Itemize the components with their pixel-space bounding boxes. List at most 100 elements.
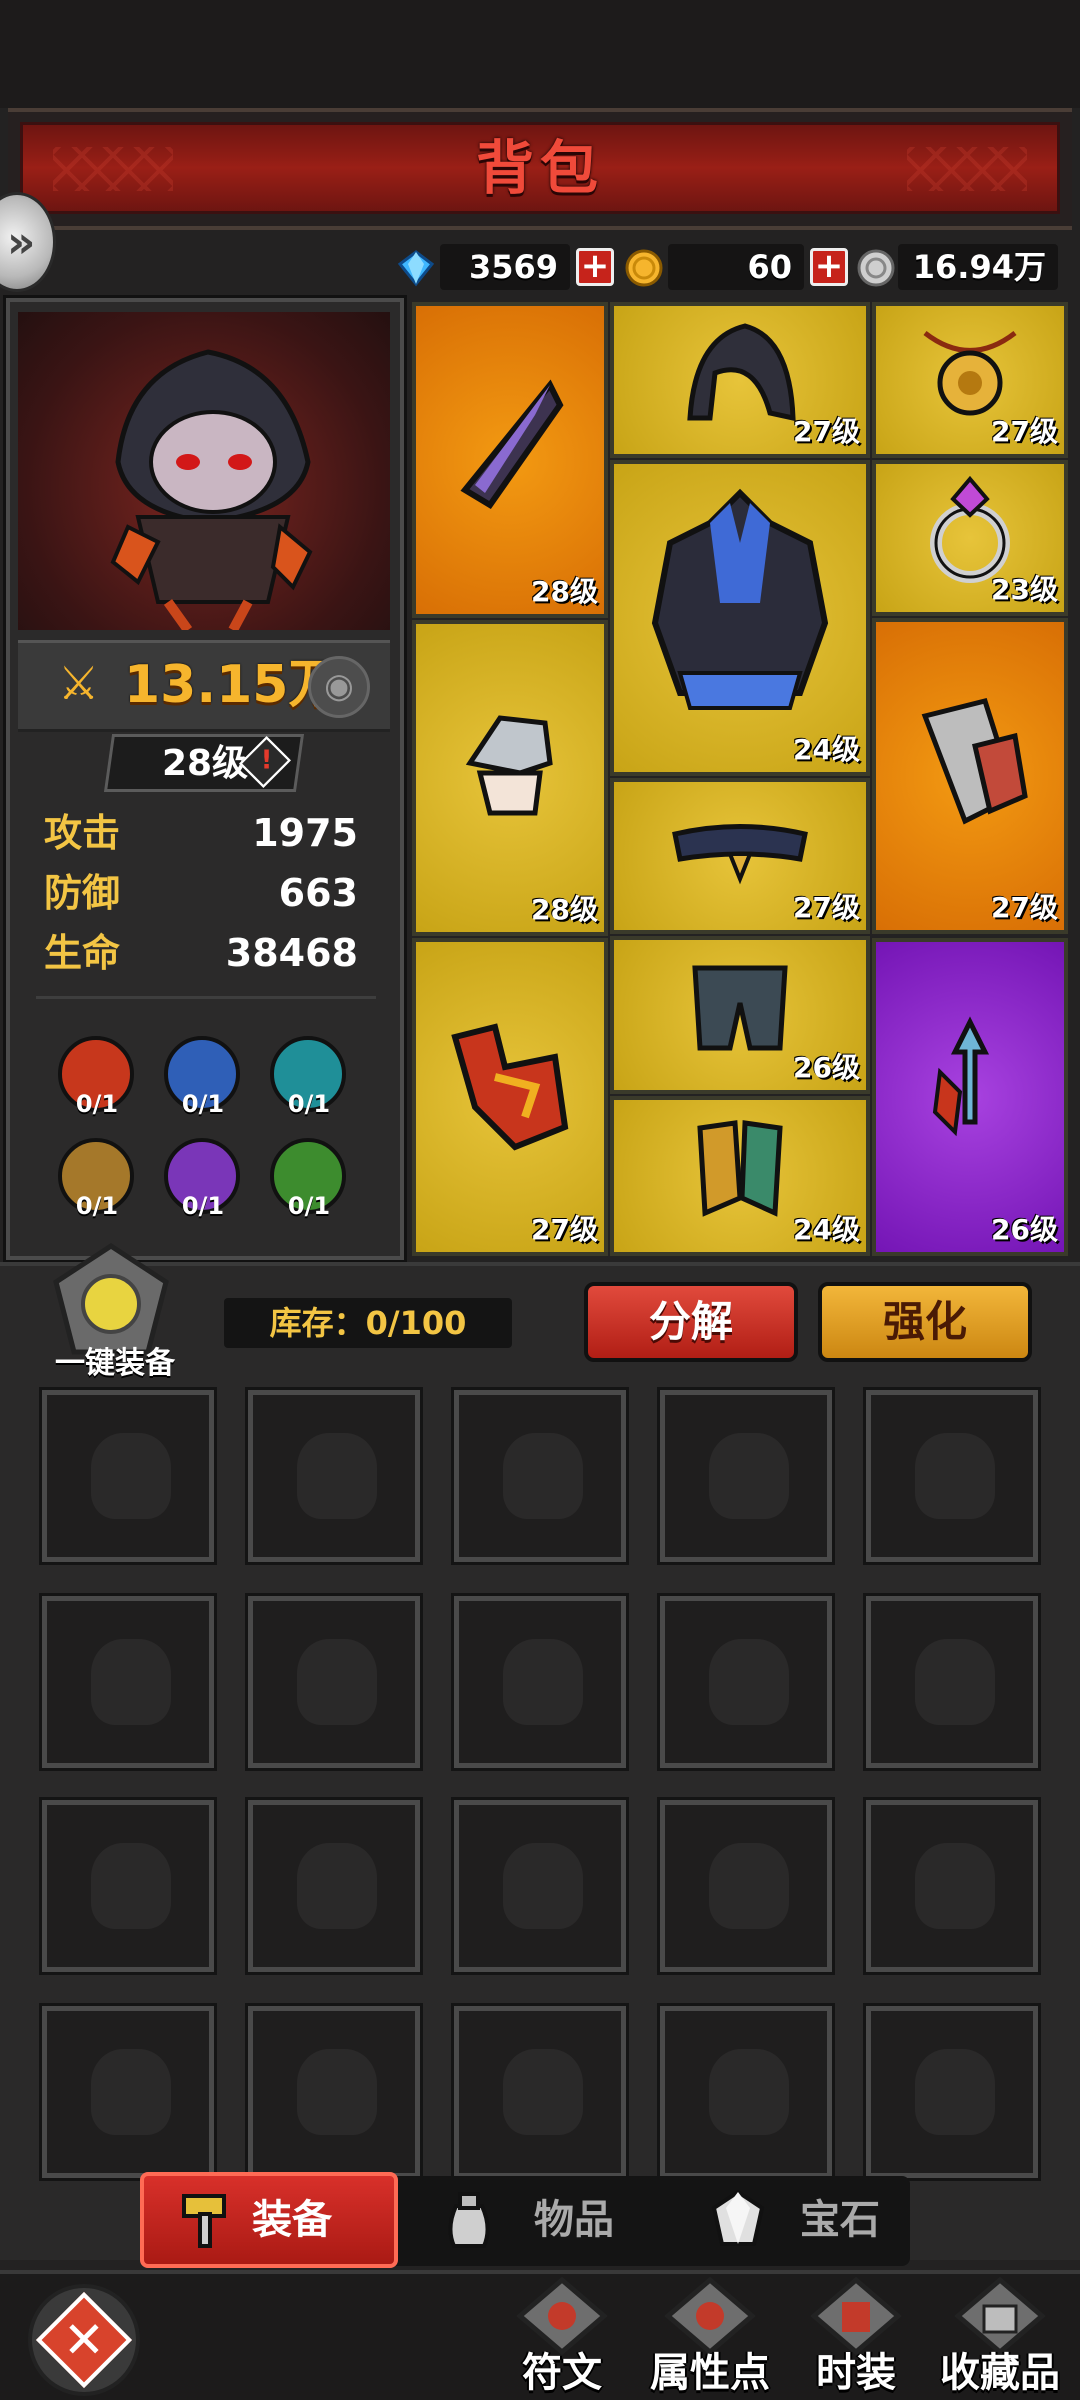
- inventory-slot[interactable]: [451, 1797, 629, 1975]
- one-click-equip-label[interactable]: 一键装备: [40, 1338, 190, 1382]
- inventory-slot[interactable]: [451, 1593, 629, 1771]
- nav-collection-label[interactable]: 收藏品: [930, 2340, 1070, 2398]
- hooded-hero-avatar: [110, 349, 313, 633]
- inventory-slot[interactable]: [451, 1387, 629, 1565]
- bag-icon: [91, 1843, 171, 1929]
- bag-icon: [503, 1639, 583, 1725]
- equip-slot-relic[interactable]: 26级: [872, 938, 1068, 1256]
- bag-icon: [297, 2049, 377, 2135]
- double-chevron-icon: »: [7, 217, 36, 268]
- inventory-slot[interactable]: [245, 1387, 423, 1565]
- equip-slot-helmet[interactable]: 27级: [610, 302, 870, 458]
- close-icon: ✕: [63, 2311, 105, 2369]
- inventory-slot[interactable]: [657, 2003, 835, 2181]
- inventory-slot[interactable]: [863, 1593, 1041, 1771]
- tab-items-label[interactable]: 物品: [534, 2190, 614, 2250]
- equip-slot-shoulder[interactable]: 28级: [412, 620, 608, 936]
- item-level: 28级: [531, 893, 598, 926]
- decompose-button[interactable]: 分解: [584, 1282, 798, 1362]
- inventory-slot[interactable]: [245, 2003, 423, 2181]
- stat-hp-label: 生命: [44, 931, 121, 975]
- dark-element-count: 0/1: [181, 1192, 225, 1220]
- equip-slot-gloves[interactable]: 27级: [872, 618, 1068, 934]
- item-level: 27级: [991, 891, 1058, 924]
- view-details-eye-icon[interactable]: ◉: [308, 656, 370, 718]
- gold-counter: 60 +: [668, 244, 848, 290]
- claw-icon: [451, 1022, 569, 1151]
- bag-icon: [709, 2049, 789, 2135]
- item-level: 28级: [531, 575, 598, 608]
- equip-slot-boots[interactable]: 24级: [610, 1096, 870, 1256]
- equip-slot-ring[interactable]: 23级: [872, 460, 1068, 616]
- tab-gems-label[interactable]: 宝石: [800, 2190, 880, 2250]
- stats-divider: [36, 996, 376, 999]
- enhance-button[interactable]: 强化: [818, 1282, 1032, 1362]
- inventory-slot[interactable]: [863, 1797, 1041, 1975]
- diamond-counter: 3569 +: [440, 244, 614, 290]
- item-level: 27级: [793, 415, 860, 448]
- stat-defense-label: 防御: [44, 871, 121, 915]
- armor-icon: [651, 488, 829, 710]
- bag-icon: [709, 1433, 789, 1519]
- bag-icon: [91, 1639, 171, 1725]
- belt-icon: [672, 823, 808, 884]
- add-diamond-button[interactable]: +: [576, 248, 614, 286]
- bag-icon: [91, 2049, 171, 2135]
- equip-slot-offhand[interactable]: 27级: [412, 938, 608, 1256]
- inventory-stock: 库存：0/100: [269, 1304, 467, 1342]
- nav-rune-label[interactable]: 符文: [492, 2340, 632, 2398]
- equip-slot-weapon[interactable]: 28级: [412, 302, 608, 618]
- inventory-slot[interactable]: [657, 1387, 835, 1565]
- status-bar-area: [0, 0, 1080, 108]
- lightning-element-count: 0/1: [181, 1090, 225, 1118]
- item-level: 26级: [991, 1213, 1058, 1246]
- gem-icon: [711, 2189, 765, 2246]
- close-button[interactable]: ✕: [28, 2284, 140, 2396]
- add-gold-button[interactable]: +: [810, 248, 848, 286]
- inventory-slot[interactable]: [863, 2003, 1041, 2181]
- ice-element-count: 0/1: [287, 1090, 331, 1118]
- stat-attack-label: 攻击: [44, 811, 121, 855]
- stat-defense-value: 663: [278, 871, 358, 915]
- equip-slot-necklace[interactable]: 27级: [872, 302, 1068, 458]
- hood-icon: [687, 323, 796, 421]
- equip-slot-belt[interactable]: 27级: [610, 778, 870, 934]
- bag-icon: [297, 1843, 377, 1929]
- boots-icon: [697, 1120, 783, 1218]
- inventory-slot[interactable]: [451, 2003, 629, 2181]
- inventory-slot[interactable]: [657, 1797, 835, 1975]
- tab-equipment-label[interactable]: 装备: [252, 2190, 332, 2250]
- equip-slot-armor[interactable]: 24级: [610, 460, 870, 776]
- stat-hp-value: 38468: [225, 931, 358, 975]
- inventory-slot[interactable]: [39, 1593, 217, 1771]
- wind-element-count: 0/1: [287, 1192, 331, 1220]
- diamond-amount: 3569: [468, 248, 558, 286]
- bag-icon: [91, 1433, 171, 1519]
- equip-slot-pants[interactable]: 26级: [610, 936, 870, 1094]
- inventory-slot[interactable]: [245, 1797, 423, 1975]
- inventory-slot[interactable]: [39, 1797, 217, 1975]
- bag-icon: [297, 1433, 377, 1519]
- bag-icon: [709, 1639, 789, 1725]
- bag-icon: [448, 2192, 490, 2248]
- bag-icon: [915, 2049, 995, 2135]
- diamond-icon: [397, 250, 435, 287]
- item-level: 23级: [991, 573, 1058, 606]
- inventory-slot[interactable]: [39, 1387, 217, 1565]
- silver-counter: 16.94万: [898, 244, 1058, 290]
- inventory-slot[interactable]: [245, 1593, 423, 1771]
- bag-icon: [297, 1639, 377, 1725]
- earth-element-count: 0/1: [75, 1192, 119, 1220]
- fire-element-count: 0/1: [75, 1090, 119, 1118]
- inventory-slot[interactable]: [863, 1387, 1041, 1565]
- nav-costume-label[interactable]: 时装: [786, 2340, 926, 2398]
- nav-attribute-label[interactable]: 属性点: [640, 2340, 780, 2398]
- bag-icon: [915, 1843, 995, 1929]
- inventory-slot[interactable]: [39, 2003, 217, 2181]
- bag-icon: [503, 2049, 583, 2135]
- bag-icon: [709, 1843, 789, 1929]
- inventory-slot[interactable]: [657, 1593, 835, 1771]
- bag-icon: [503, 1433, 583, 1519]
- item-level: 24级: [793, 733, 860, 766]
- silver-coin-icon: [857, 249, 895, 287]
